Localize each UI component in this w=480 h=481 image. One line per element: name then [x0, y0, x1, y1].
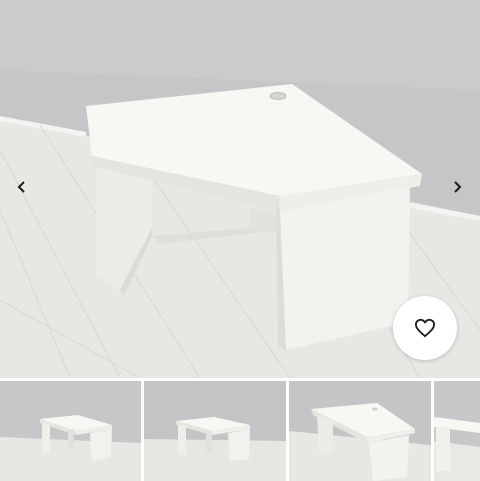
thumbnail-2[interactable]	[144, 381, 286, 481]
thumbnail-3[interactable]	[289, 381, 431, 481]
next-image-button[interactable]	[441, 170, 473, 204]
chevron-left-icon	[17, 181, 25, 193]
thumbnail-1[interactable]	[0, 381, 141, 481]
favorite-button[interactable]	[393, 296, 457, 360]
thumbnail-strip	[0, 381, 480, 481]
previous-image-button[interactable]	[6, 170, 38, 204]
chevron-right-icon	[454, 181, 462, 193]
heart-outline-icon	[414, 318, 435, 338]
thumbnail-4[interactable]	[434, 381, 480, 481]
